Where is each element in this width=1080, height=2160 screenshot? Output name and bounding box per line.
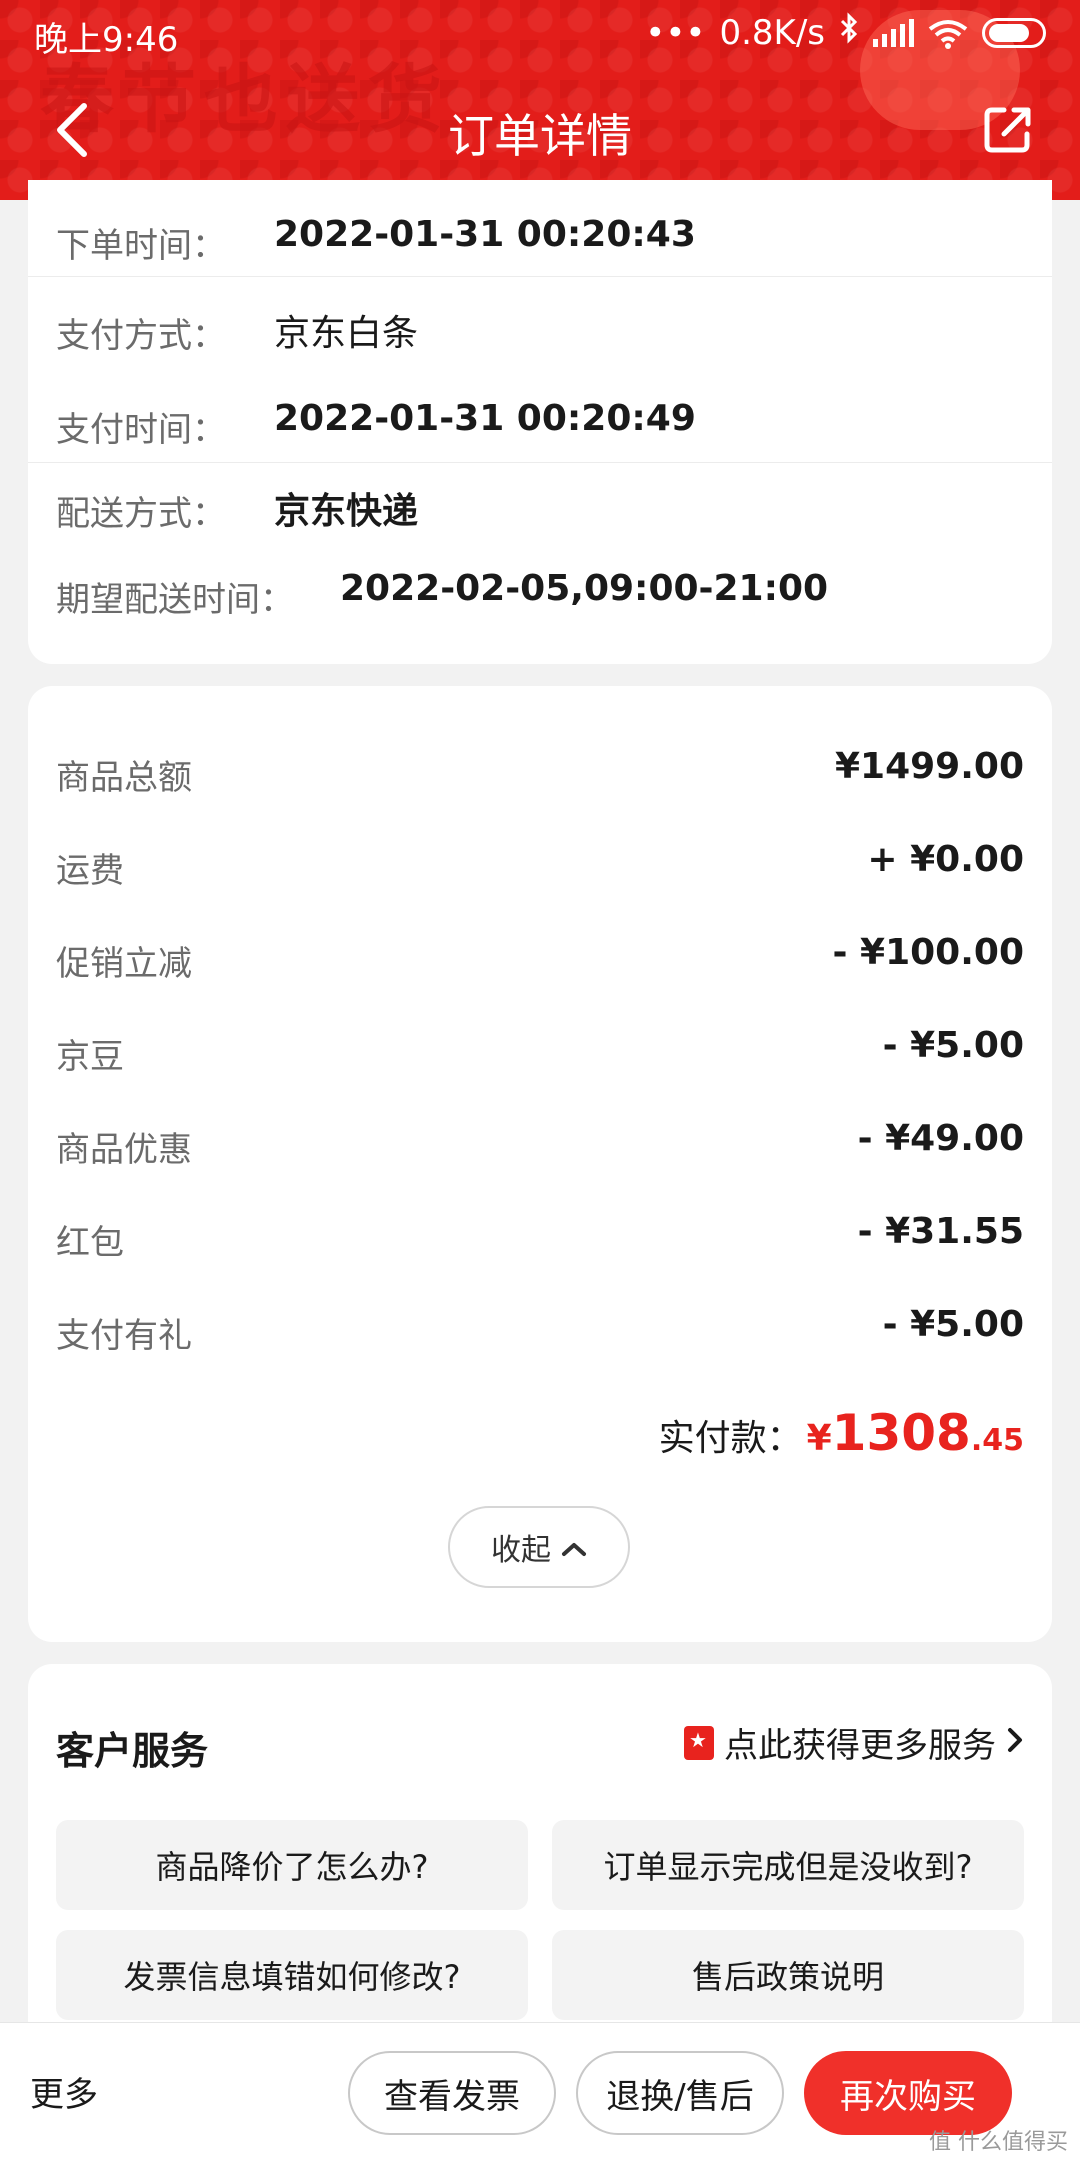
amount-value: - ¥49.00 <box>857 1118 1024 1159</box>
amount-label: 商品优惠 <box>56 1130 192 1170</box>
amount-row: 支付有礼 - ¥5.00 <box>28 1294 1052 1364</box>
dots-icon: ••• <box>645 12 706 53</box>
payment-time-label: 支付时间： <box>56 410 226 450</box>
amount-row: 运费 + ¥0.00 <box>28 829 1052 899</box>
service-question-button[interactable]: 发票信息填错如何修改? <box>56 1930 528 2020</box>
more-services-label: 点此获得更多服务 <box>724 1726 996 1766</box>
paid-integer: 1308 <box>831 1404 971 1462</box>
order-time-label: 下单时间： <box>56 226 226 266</box>
expected-delivery-row: 期望配送时间： 2022-02-05,09:00-21:00 <box>28 552 1052 632</box>
delivery-method-value: 京东快递 <box>274 491 419 532</box>
payment-time-row: 支付时间： 2022-01-31 00:20:49 <box>28 382 1052 462</box>
bluetooth-icon <box>839 12 859 53</box>
amount-value: ¥1499.00 <box>834 746 1024 787</box>
status-indicators: ••• 0.8K/s <box>645 12 1046 53</box>
service-question-button[interactable]: 订单显示完成但是没收到? <box>552 1820 1024 1910</box>
amount-value: + ¥0.00 <box>867 839 1024 880</box>
delivery-method-row: 配送方式： 京东快递 <box>28 466 1052 546</box>
status-bar: 晚上9:46 ••• 0.8K/s <box>0 0 1080 66</box>
amount-label: 支付有礼 <box>56 1316 192 1356</box>
chevron-right-icon <box>1006 1723 1024 1763</box>
network-speed: 0.8K/s <box>719 12 825 53</box>
status-time: 晚上9:46 <box>34 20 179 60</box>
order-time-value: 2022-01-31 00:20:43 <box>274 214 696 255</box>
amount-label: 运费 <box>56 851 124 891</box>
amount-value: - ¥31.55 <box>857 1211 1024 1252</box>
bottom-action-bar: 更多 查看发票 退换/售后 再次购买 值 什么值得买 <box>0 2022 1080 2160</box>
paid-total: 实付款： ¥ 1308 .45 <box>659 1404 1024 1464</box>
collapse-label: 收起 <box>491 1533 551 1568</box>
more-services-link[interactable]: 点此获得更多服务 <box>684 1718 1024 1767</box>
header-bar: 春节也送货 晚上9:46 ••• 0.8K/s 订单详情 <box>0 0 1080 200</box>
signal-icon <box>873 18 914 47</box>
order-time-row: 下单时间： 2022-01-31 00:20:43 <box>28 198 1052 278</box>
amount-row: 商品优惠 - ¥49.00 <box>28 1108 1052 1178</box>
paid-label: 实付款： <box>658 1418 803 1459</box>
paid-currency: ¥ <box>806 1418 832 1459</box>
payment-time-value: 2022-01-31 00:20:49 <box>274 398 696 439</box>
divider <box>28 462 1052 463</box>
service-question-button[interactable]: 售后政策说明 <box>552 1930 1024 2020</box>
expected-delivery-label: 期望配送时间： <box>56 580 294 620</box>
wifi-icon <box>928 18 968 49</box>
amount-value: - ¥5.00 <box>882 1304 1024 1345</box>
service-title: 客户服务 <box>56 1729 209 1773</box>
expected-delivery-value: 2022-02-05,09:00-21:00 <box>340 568 829 609</box>
amount-row: 促销立减 - ¥100.00 <box>28 922 1052 992</box>
payment-method-label: 支付方式： <box>56 316 226 356</box>
amount-row: 商品总额 ¥1499.00 <box>28 736 1052 806</box>
amount-label: 京豆 <box>56 1037 124 1077</box>
amount-row: 红包 - ¥31.55 <box>28 1201 1052 1271</box>
amount-value: - ¥5.00 <box>882 1025 1024 1066</box>
share-icon[interactable] <box>982 104 1034 156</box>
page-title: 订单详情 <box>448 109 632 163</box>
service-badge-icon <box>684 1725 714 1760</box>
watermark: 值 什么值得买 <box>929 2130 1068 2155</box>
view-invoice-button[interactable]: 查看发票 <box>348 2051 556 2135</box>
rebuy-button[interactable]: 再次购买 <box>804 2051 1012 2135</box>
divider <box>28 276 1052 277</box>
payment-method-value: 京东白条 <box>274 313 419 354</box>
payment-method-row: 支付方式： 京东白条 <box>28 288 1052 368</box>
amount-value: - ¥100.00 <box>832 932 1024 973</box>
amount-card: 商品总额 ¥1499.00 运费 + ¥0.00 促销立减 - ¥100.00 … <box>28 686 1052 1642</box>
collapse-button[interactable]: 收起 <box>448 1506 630 1588</box>
chevron-up-icon <box>561 1530 587 1565</box>
battery-icon <box>982 17 1046 48</box>
order-info-card: 下单时间： 2022-01-31 00:20:43 支付方式： 京东白条 支付时… <box>28 180 1052 664</box>
amount-label: 促销立减 <box>56 944 192 984</box>
delivery-method-label: 配送方式： <box>56 494 226 534</box>
paid-decimal: .45 <box>970 1423 1024 1458</box>
amount-row: 京豆 - ¥5.00 <box>28 1015 1052 1085</box>
service-question-button[interactable]: 商品降价了怎么办? <box>56 1820 528 1910</box>
more-button[interactable]: 更多 <box>30 2067 98 2116</box>
customer-service-card: 客户服务 点此获得更多服务 商品降价了怎么办? 订单显示完成但是没收到? 发票信… <box>28 1664 1052 2044</box>
amount-label: 商品总额 <box>56 758 192 798</box>
amount-label: 红包 <box>56 1223 124 1263</box>
return-service-button[interactable]: 退换/售后 <box>576 2051 784 2135</box>
